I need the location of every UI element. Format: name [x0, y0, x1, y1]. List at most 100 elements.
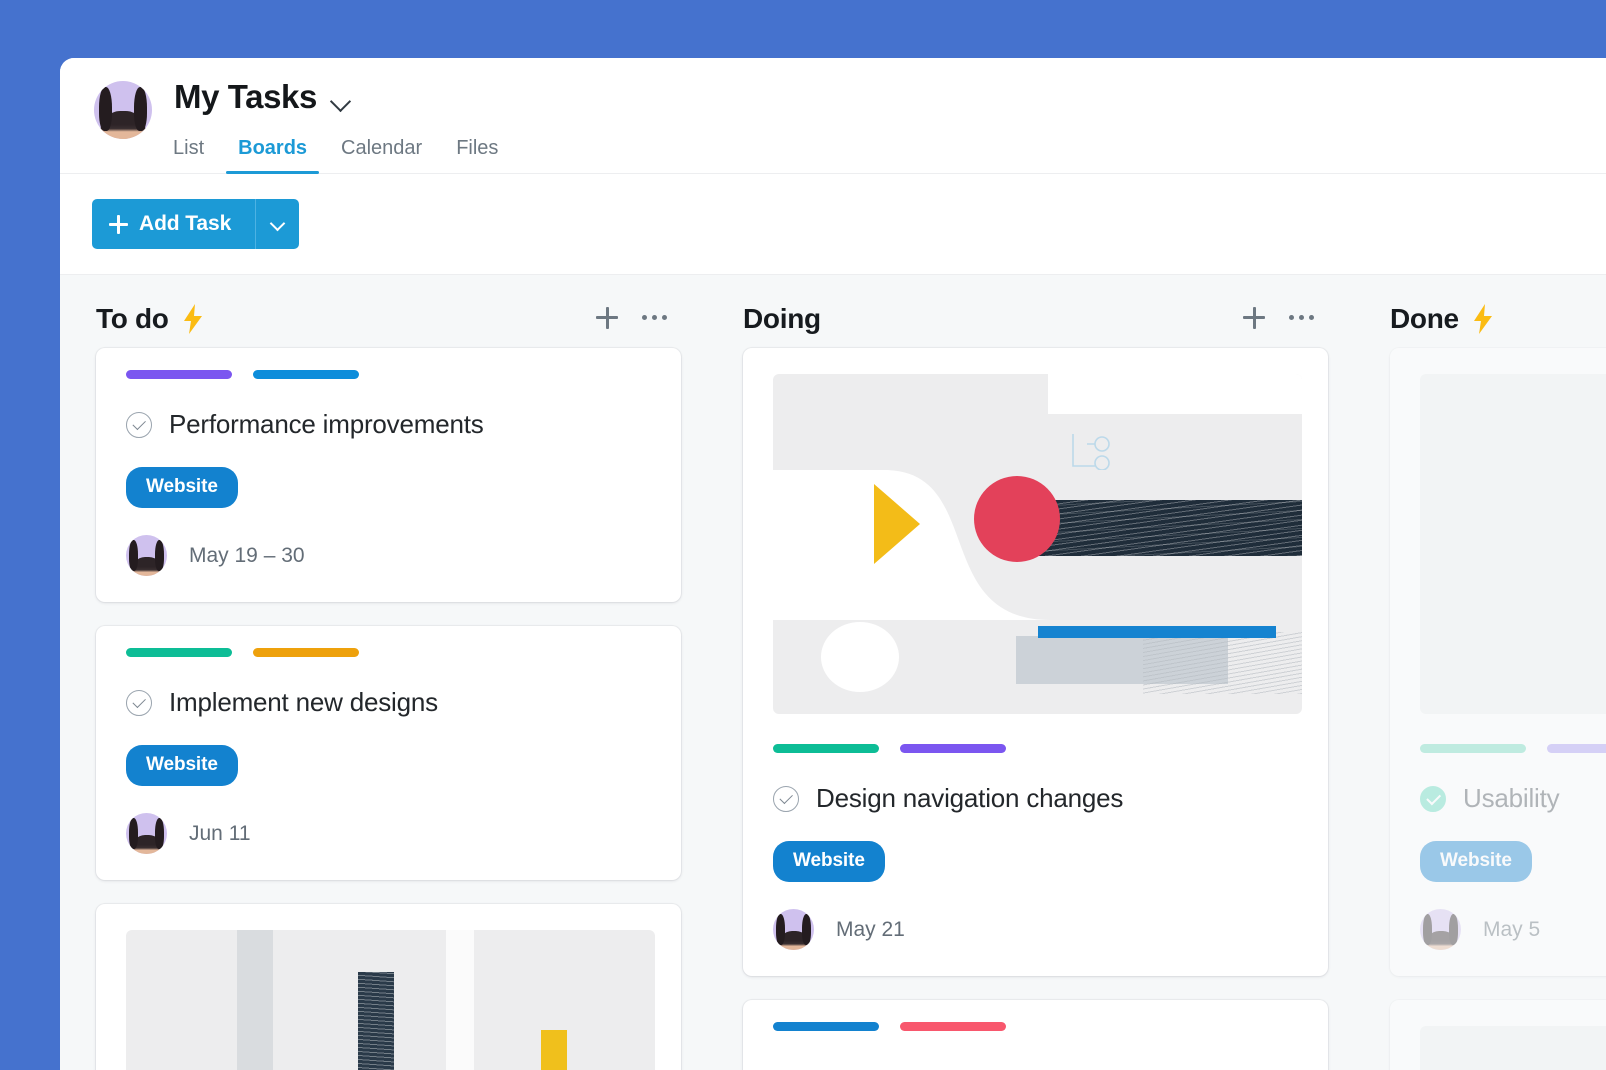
tab-bar: List Boards Calendar Files	[173, 124, 515, 174]
tag-row	[1420, 744, 1606, 753]
task-card[interactable]	[1390, 1000, 1606, 1070]
avatar-hair-right	[1449, 914, 1458, 945]
card-footer: Jun 11	[126, 813, 655, 854]
add-card-icon[interactable]	[596, 306, 618, 329]
column-actions	[596, 306, 667, 331]
thumbnail-shape	[358, 972, 394, 1070]
thumbnail-shape	[820, 622, 899, 692]
thumbnail-shape	[1048, 374, 1302, 414]
assignee-avatar[interactable]	[126, 813, 167, 854]
task-card[interactable]: Implement new designs Website Jun 11	[96, 626, 681, 880]
tag-bar	[126, 370, 232, 379]
thumbnail-shape	[1143, 632, 1302, 694]
card-title: Performance improvements	[169, 409, 484, 439]
thumbnail-shape	[446, 930, 474, 1070]
avatar-hair-right	[802, 914, 811, 945]
tag-row	[773, 1022, 1302, 1031]
card-thumbnail	[126, 930, 655, 1070]
tag-bar	[253, 648, 359, 657]
avatar-hair-right	[155, 540, 164, 571]
avatar-hair-right	[155, 818, 164, 849]
tag-bar	[1547, 744, 1606, 753]
add-task-dropdown-button[interactable]	[255, 199, 300, 249]
column-title: Done	[1390, 302, 1459, 334]
assignee-avatar[interactable]	[1420, 909, 1461, 950]
card-title-row: Performance improvements	[126, 409, 655, 440]
tab-calendar[interactable]: Calendar	[324, 138, 439, 174]
task-card[interactable]: Performance improvements Website May 19 …	[96, 348, 681, 602]
thumbnail-shape	[974, 476, 1061, 562]
tag-row	[126, 648, 655, 657]
card-thumbnail	[1420, 1026, 1606, 1070]
page-title: My Tasks	[174, 78, 317, 115]
project-pill[interactable]: Website	[1420, 841, 1532, 882]
complete-task-checkbox[interactable]	[773, 785, 799, 812]
project-pill[interactable]: Website	[773, 841, 885, 882]
board: To do Performance improvements Website M…	[60, 275, 1606, 1070]
complete-task-checkbox[interactable]	[126, 689, 152, 716]
tab-boards[interactable]: Boards	[221, 138, 324, 174]
add-card-icon[interactable]	[1243, 306, 1265, 329]
plus-icon	[109, 214, 128, 234]
card-footer: May 19 – 30	[126, 535, 655, 576]
column-header: To do	[96, 275, 681, 348]
lightning-bolt-icon	[1472, 303, 1494, 334]
tab-list[interactable]: List	[173, 138, 221, 174]
more-horizontal-icon[interactable]	[642, 307, 667, 328]
card-thumbnail	[773, 374, 1302, 714]
more-horizontal-icon[interactable]	[1289, 307, 1314, 328]
tag-bar	[900, 1022, 1006, 1031]
thumbnail-shape	[541, 1030, 567, 1070]
task-card[interactable]	[96, 904, 681, 1070]
card-title-row: Usability	[1420, 783, 1606, 814]
column-header: Doing	[743, 275, 1328, 348]
chevron-down-icon[interactable]	[332, 94, 352, 106]
avatar[interactable]	[94, 81, 152, 139]
column-title: To do	[96, 302, 169, 334]
project-pill[interactable]: Website	[126, 467, 238, 508]
column-title: Doing	[743, 302, 821, 334]
tab-files[interactable]: Files	[439, 138, 515, 174]
tag-bar	[773, 1022, 879, 1031]
complete-task-checkbox[interactable]	[1420, 785, 1446, 812]
card-title: Usability	[1463, 783, 1560, 813]
tag-row	[126, 370, 655, 379]
lightning-bolt-icon	[182, 303, 204, 334]
card-due-date: Jun 11	[189, 821, 251, 845]
assignee-avatar[interactable]	[773, 909, 814, 950]
complete-task-checkbox[interactable]	[126, 411, 152, 438]
card-due-date: May 21	[836, 917, 905, 941]
card-footer: May 5	[1420, 909, 1606, 950]
tag-bar	[773, 744, 879, 753]
avatar-hair-left	[1423, 914, 1432, 945]
add-task-button[interactable]: Add Task	[92, 199, 256, 249]
task-card[interactable]: Design navigation changes Website May 21	[743, 348, 1328, 976]
avatar-hair-right	[134, 87, 147, 131]
thumbnail-shape	[1037, 626, 1276, 638]
add-task-label: Add Task	[139, 212, 232, 235]
column-actions	[1243, 306, 1314, 331]
thumbnail-shape	[237, 930, 273, 1070]
app-window: My Tasks List Boards Calendar Files Add …	[60, 58, 1606, 1070]
card-due-date: May 19 – 30	[189, 543, 305, 567]
thumbnail-shape	[873, 484, 920, 564]
board-column-todo: To do Performance improvements Website M…	[96, 275, 681, 1070]
card-thumbnail	[1420, 374, 1606, 714]
board-column-doing: Doing Design navigation changes Website …	[743, 275, 1328, 1070]
tag-bar	[900, 744, 1006, 753]
assignee-avatar[interactable]	[126, 535, 167, 576]
project-pill[interactable]: Website	[126, 745, 238, 786]
avatar-hair-left	[129, 540, 138, 571]
avatar-hair-left	[99, 87, 112, 131]
avatar-hair-left	[776, 914, 785, 945]
tag-bar	[1420, 744, 1526, 753]
add-task-group: Add Task	[92, 199, 300, 249]
task-card[interactable]: Usability Website May 5	[1390, 348, 1606, 976]
card-title-row: Design navigation changes	[773, 783, 1302, 814]
tag-bar	[126, 648, 232, 657]
board-column-done: Done Usability Website May 5	[1390, 275, 1606, 1070]
task-card[interactable]	[743, 1000, 1328, 1070]
thumbnail-shape	[1072, 434, 1111, 470]
toolbar: Add Task	[60, 174, 1606, 275]
chevron-down-icon	[271, 220, 284, 228]
